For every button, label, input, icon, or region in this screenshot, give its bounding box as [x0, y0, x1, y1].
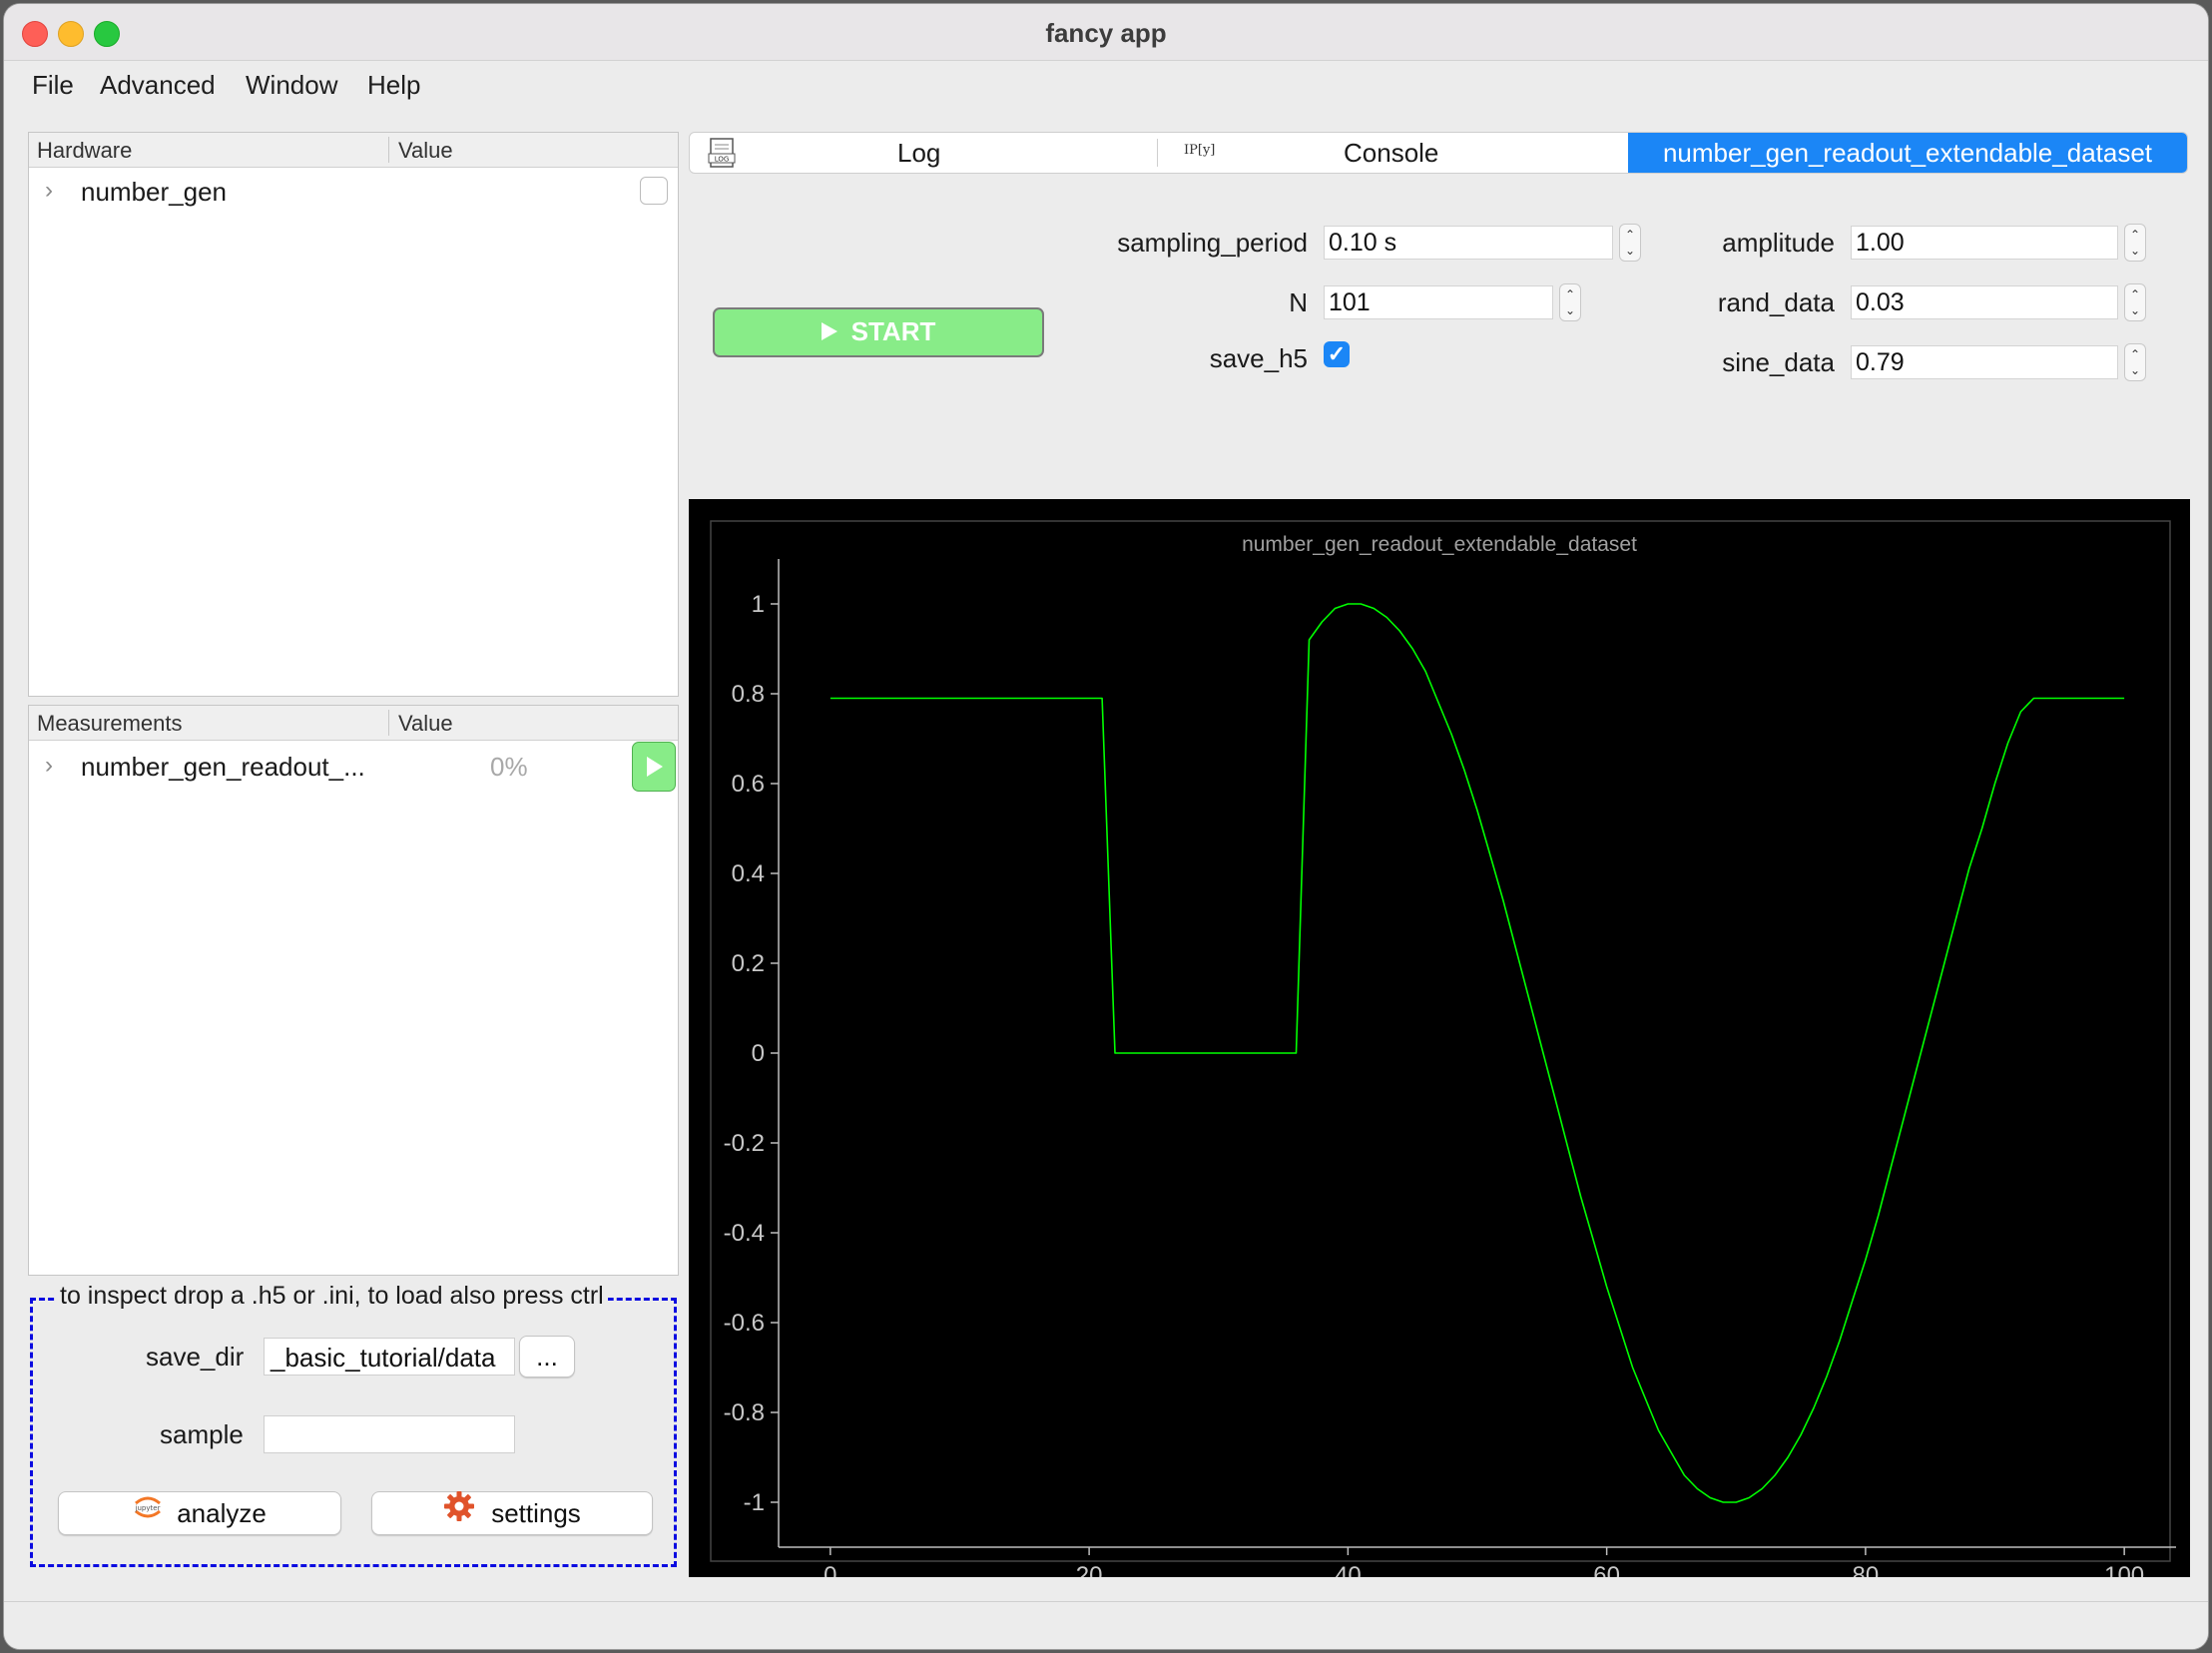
plot-area[interactable]: number_gen_readout_extendable_dataset 1 0.…: [689, 499, 2190, 1589]
save-dir-label: save_dir: [146, 1342, 245, 1372]
settings-label: settings: [491, 1498, 581, 1528]
analyze-label: analyze: [177, 1498, 267, 1528]
measurements-column-header[interactable]: Measurements: [37, 711, 183, 737]
chevron-right-icon[interactable]: ›: [45, 177, 53, 205]
tab-log[interactable]: LOG Log: [690, 133, 1157, 173]
app-window: fancy app File Advanced Window Help Hard…: [4, 4, 2208, 1649]
sampling-period-label: sampling_period: [1117, 228, 1308, 258]
hardware-column-header[interactable]: Hardware: [37, 138, 132, 164]
tab-console-label: Console: [1344, 138, 1439, 168]
measurements-tree: Measurements Value › number_gen_readout_…: [28, 705, 679, 1276]
settings-button[interactable]: settings: [371, 1491, 653, 1535]
x-tick-label: 20: [1076, 1562, 1103, 1577]
measurements-value-column-header[interactable]: Value: [398, 711, 453, 737]
y-tick-label: -0.6: [724, 1310, 765, 1337]
svg-text:LOG: LOG: [715, 156, 730, 164]
start-label: START: [850, 316, 936, 346]
hardware-value-column-header[interactable]: Value: [398, 138, 453, 164]
y-tick-label: -0.2: [724, 1130, 765, 1157]
run-measurement-button[interactable]: [632, 742, 676, 792]
x-tick-label: 60: [1593, 1562, 1620, 1577]
amplitude-label: amplitude: [1722, 228, 1835, 258]
x-tick-label: 80: [1853, 1562, 1880, 1577]
plot-frame: [710, 520, 2171, 1562]
gear-icon: [443, 1490, 475, 1534]
rand-data-input[interactable]: 0.03: [1851, 285, 2118, 319]
chevron-right-icon[interactable]: ›: [45, 752, 53, 780]
window-title: fancy app: [1045, 18, 1167, 48]
n-stepper[interactable]: ⌃ ⌄: [1559, 283, 1581, 321]
tab-bar: LOG Log IP[y] Console number_gen_readout…: [689, 132, 2188, 174]
save-h5-label: save_h5: [1209, 343, 1308, 373]
jupyter-icon: jupyter: [133, 1491, 163, 1533]
start-button[interactable]: START: [713, 307, 1044, 357]
play-icon: [821, 322, 837, 341]
sample-label: sample: [160, 1419, 244, 1449]
drop-zone-title: to inspect drop a .h5 or .ini, to load a…: [56, 1282, 608, 1311]
browse-button[interactable]: ...: [519, 1336, 575, 1378]
n-input[interactable]: 101: [1324, 285, 1553, 319]
sampling-period-input[interactable]: 0.10 s: [1324, 226, 1613, 260]
y-tick-label: 0: [752, 1040, 765, 1067]
sine-data-label: sine_data: [1722, 347, 1835, 377]
save-dir-input[interactable]: _basic_tutorial/data: [264, 1338, 515, 1376]
measurement-item-label: number_gen_readout_...: [81, 752, 365, 782]
sine-data-stepper[interactable]: ⌃ ⌄: [2124, 343, 2146, 381]
ipython-icon: IP[y]: [1184, 143, 1216, 158]
rand-data-stepper[interactable]: ⌃ ⌄: [2124, 283, 2146, 321]
y-tick-label: -0.8: [724, 1399, 765, 1426]
y-tick-label: 0.8: [732, 681, 765, 708]
hardware-tree: Hardware Value › number_gen: [28, 132, 679, 697]
menu-help[interactable]: Help: [367, 70, 420, 101]
measurement-progress: 0%: [490, 752, 528, 782]
svg-text:jupyter: jupyter: [135, 1504, 161, 1512]
connect-checkbox[interactable]: [640, 177, 668, 205]
y-tick-label: 0.6: [732, 771, 765, 798]
status-bar: [4, 1601, 2208, 1649]
data-series-line: [830, 603, 2125, 1503]
tab-console[interactable]: IP[y] Console: [1158, 133, 1627, 173]
hardware-tree-header: Hardware Value: [29, 133, 678, 168]
analyze-button[interactable]: jupyter analyze: [58, 1491, 341, 1535]
tab-dataset[interactable]: number_gen_readout_extendable_dataset: [1628, 133, 2187, 173]
menu-file[interactable]: File: [32, 70, 74, 101]
menu-window[interactable]: Window: [246, 70, 337, 101]
n-label: N: [1289, 287, 1308, 317]
title-bar: fancy app: [4, 4, 2208, 61]
menu-bar: File Advanced Window Help: [4, 62, 2208, 108]
measurements-tree-header: Measurements Value: [29, 706, 678, 741]
sample-input[interactable]: [264, 1415, 515, 1453]
y-tick-label: 0.2: [732, 950, 765, 977]
tab-log-label: Log: [897, 138, 941, 168]
x-tick-label: 40: [1335, 1562, 1362, 1577]
y-tick-label: -0.4: [724, 1220, 765, 1247]
rand-data-label: rand_data: [1717, 287, 1835, 317]
log-icon: LOG: [708, 137, 738, 173]
hardware-item-label: number_gen: [81, 177, 227, 207]
x-tick-label: 0: [824, 1562, 836, 1577]
sine-data-input[interactable]: 0.79: [1851, 345, 2118, 379]
tab-dataset-label: number_gen_readout_extendable_dataset: [1662, 138, 2153, 168]
y-tick-label: -1: [744, 1489, 765, 1516]
amplitude-stepper[interactable]: ⌃ ⌄: [2124, 224, 2146, 262]
menu-advanced[interactable]: Advanced: [100, 70, 216, 101]
y-tick-label: 1: [752, 591, 765, 618]
amplitude-input[interactable]: 1.00: [1851, 226, 2118, 260]
save-h5-checkbox[interactable]: ✓: [1324, 341, 1350, 367]
x-tick-label: 100: [2104, 1562, 2144, 1577]
y-tick-label: 0.4: [732, 860, 765, 887]
line-chart[interactable]: number_gen_readout_extendable_dataset 1 0.…: [689, 499, 2190, 1589]
chart-title: number_gen_readout_extendable_dataset: [1242, 533, 1637, 556]
sampling-period-stepper[interactable]: ⌃ ⌄: [1619, 224, 1641, 262]
